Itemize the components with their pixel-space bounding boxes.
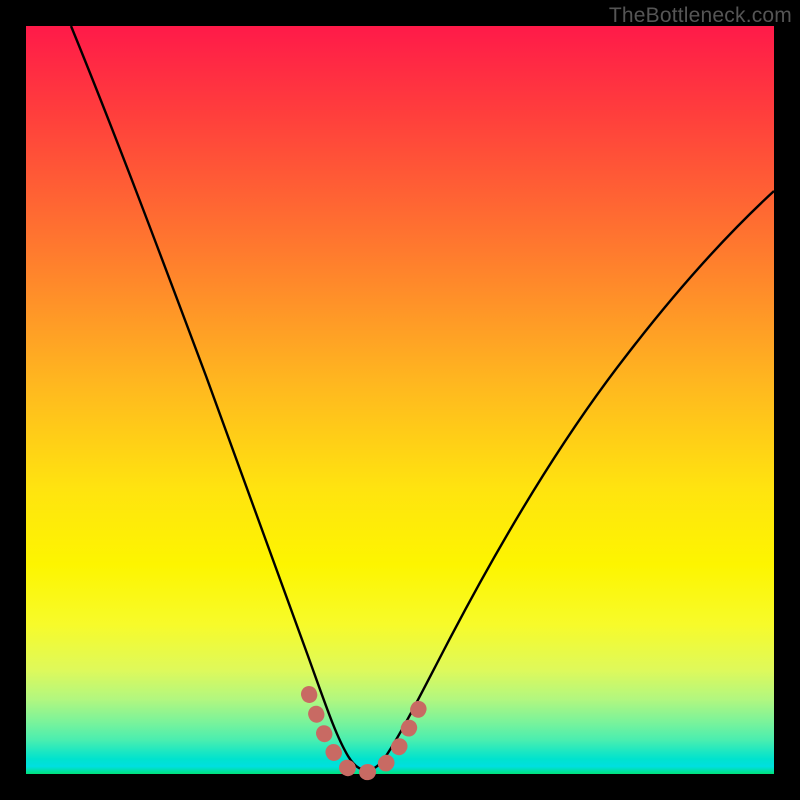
chart-svg bbox=[26, 26, 774, 774]
watermark-text: TheBottleneck.com bbox=[609, 4, 792, 28]
bottleneck-curve bbox=[71, 26, 774, 770]
chart-frame: TheBottleneck.com bbox=[0, 0, 800, 800]
